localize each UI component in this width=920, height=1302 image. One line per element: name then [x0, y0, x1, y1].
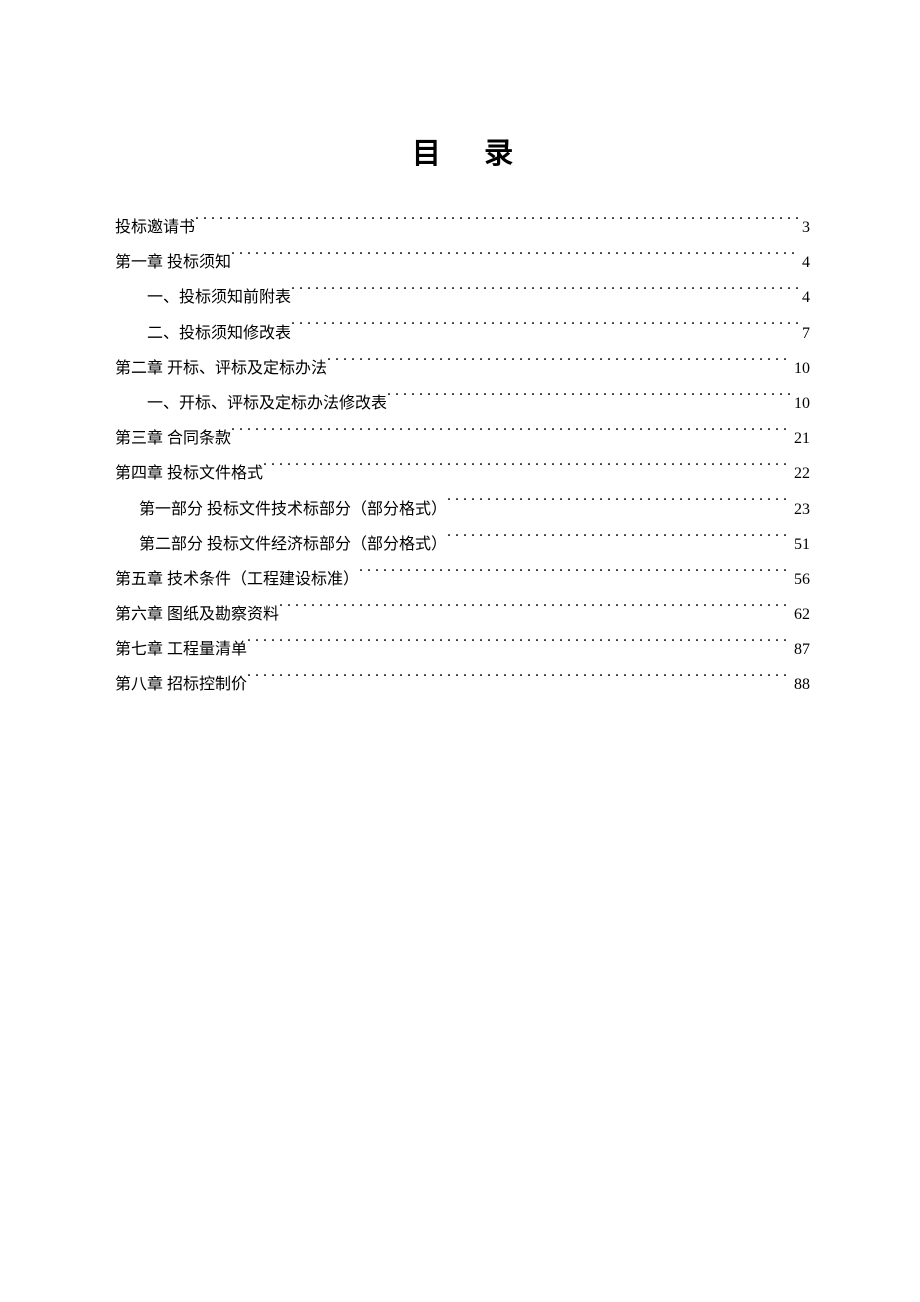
toc-entry: 第一部分 投标文件技术标部分（部分格式） 23 — [115, 492, 810, 527]
toc-entry: 第二部分 投标文件经济标部分（部分格式） 51 — [115, 527, 810, 562]
toc-entry-page: 4 — [800, 280, 810, 315]
toc-entry-label: 第二部分 投标文件经济标部分（部分格式） — [139, 527, 447, 562]
document-title: 目 录 — [115, 130, 810, 172]
toc-entry: 第三章 合同条款 21 — [115, 421, 810, 456]
toc-entry: 投标邀请书 3 — [115, 210, 810, 245]
toc-entry-page: 3 — [800, 210, 810, 245]
toc-entry-label: 第六章 图纸及勘察资料 — [115, 597, 279, 632]
toc-entry-page: 87 — [792, 632, 810, 667]
toc-entry: 一、投标须知前附表 4 — [115, 280, 810, 315]
toc-entry-label: 一、投标须知前附表 — [147, 280, 291, 315]
toc-entry-label: 第八章 招标控制价 — [115, 667, 247, 702]
toc-entry: 第四章 投标文件格式 22 — [115, 456, 810, 491]
toc-entry: 第五章 技术条件（工程建设标准） 56 — [115, 562, 810, 597]
toc-entry-label: 二、投标须知修改表 — [147, 316, 291, 351]
toc-entry: 第七章 工程量清单 87 — [115, 632, 810, 667]
toc-entry-label: 第四章 投标文件格式 — [115, 456, 263, 491]
toc-entry-label: 投标邀请书 — [115, 210, 195, 245]
toc-leader-dots — [359, 566, 792, 584]
toc-entry-label: 第一部分 投标文件技术标部分（部分格式） — [139, 492, 447, 527]
toc-entry-label: 一、开标、评标及定标办法修改表 — [147, 386, 387, 421]
toc-leader-dots — [291, 320, 800, 338]
toc-entry: 二、投标须知修改表 7 — [115, 316, 810, 351]
toc-leader-dots — [247, 637, 792, 655]
toc-entry: 第一章 投标须知 4 — [115, 245, 810, 280]
toc-leader-dots — [195, 214, 800, 232]
toc-leader-dots — [291, 285, 800, 303]
toc-entry-page: 7 — [800, 316, 810, 351]
toc-entry: 第六章 图纸及勘察资料 62 — [115, 597, 810, 632]
toc-leader-dots — [231, 426, 792, 444]
toc-entry: 第八章 招标控制价 88 — [115, 667, 810, 702]
toc-leader-dots — [247, 672, 792, 690]
toc-entry-page: 4 — [800, 245, 810, 280]
toc-entry-label: 第三章 合同条款 — [115, 421, 231, 456]
toc-entry-label: 第七章 工程量清单 — [115, 632, 247, 667]
toc-leader-dots — [447, 496, 792, 514]
toc-entry-page: 10 — [792, 386, 810, 421]
toc-entry-page: 22 — [792, 456, 810, 491]
toc-leader-dots — [279, 601, 792, 619]
toc-entry-page: 62 — [792, 597, 810, 632]
toc-leader-dots — [263, 461, 792, 479]
toc-entry-page: 10 — [792, 351, 810, 386]
toc-entry-label: 第五章 技术条件（工程建设标准） — [115, 562, 359, 597]
toc-leader-dots — [327, 355, 792, 373]
toc-leader-dots — [387, 390, 792, 408]
table-of-contents: 投标邀请书3第一章 投标须知4一、投标须知前附表4二、投标须知修改表7第二章 开… — [115, 210, 810, 703]
toc-entry-label: 第一章 投标须知 — [115, 245, 231, 280]
toc-entry-page: 23 — [792, 492, 810, 527]
toc-entry-page: 51 — [792, 527, 810, 562]
toc-leader-dots — [447, 531, 792, 549]
toc-entry-label: 第二章 开标、评标及定标办法 — [115, 351, 327, 386]
toc-entry-page: 21 — [792, 421, 810, 456]
toc-entry: 第二章 开标、评标及定标办法 10 — [115, 351, 810, 386]
toc-entry-page: 88 — [792, 667, 810, 702]
toc-entry-page: 56 — [792, 562, 810, 597]
toc-leader-dots — [231, 250, 800, 268]
toc-entry: 一、开标、评标及定标办法修改表 10 — [115, 386, 810, 421]
